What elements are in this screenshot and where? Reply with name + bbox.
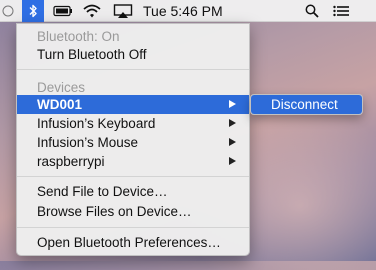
device-submenu: Disconnect: [250, 94, 363, 115]
battery-icon[interactable]: [52, 0, 74, 22]
separator: [17, 227, 249, 228]
submenu-arrow-icon: [229, 157, 236, 165]
bluetooth-icon[interactable]: [22, 0, 44, 22]
open-bluetooth-preferences-item[interactable]: Open Bluetooth Preferences…: [17, 233, 249, 252]
airplay-icon[interactable]: [112, 0, 134, 22]
finder-dot-icon[interactable]: [0, 0, 16, 22]
search-icon[interactable]: [302, 0, 322, 22]
menu-bar: Tue 5:46 PM: [0, 0, 376, 22]
send-file-item[interactable]: Send File to Device…: [17, 182, 249, 201]
submenu-arrow-icon: [229, 138, 236, 146]
wifi-icon[interactable]: [81, 0, 103, 22]
bluetooth-status: Bluetooth: On: [37, 29, 120, 44]
turn-bluetooth-off-item[interactable]: Turn Bluetooth Off: [17, 45, 249, 64]
device-item-wd001[interactable]: WD001: [17, 95, 249, 114]
separator: [17, 176, 249, 177]
bluetooth-menu: Bluetooth: On Turn Bluetooth Off Devices…: [16, 23, 250, 256]
disconnect-item[interactable]: Disconnect: [251, 95, 362, 114]
browse-files-item[interactable]: Browse Files on Device…: [17, 202, 249, 221]
device-item-mouse[interactable]: Infusion’s Mouse: [17, 133, 249, 152]
device-item-raspberrypi[interactable]: raspberrypi: [17, 152, 249, 171]
submenu-arrow-icon: [229, 119, 236, 127]
device-item-keyboard[interactable]: Infusion’s Keyboard: [17, 114, 249, 133]
notification-list-icon[interactable]: [331, 0, 351, 22]
submenu-arrow-icon: [229, 100, 236, 108]
clock[interactable]: Tue 5:46 PM: [143, 0, 223, 22]
separator: [17, 69, 249, 70]
